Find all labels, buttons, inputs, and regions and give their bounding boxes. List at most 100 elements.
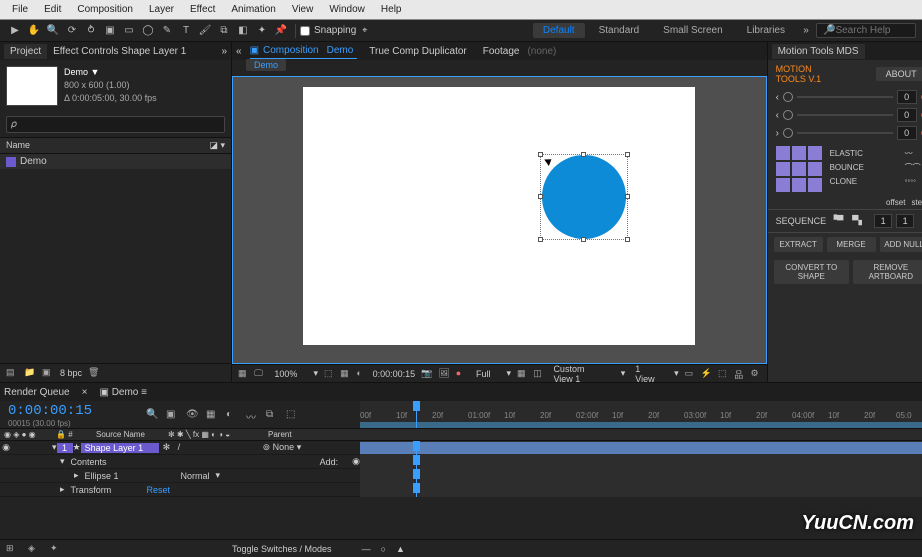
snapshot-icon[interactable]: 📷: [421, 368, 432, 380]
add-null-button[interactable]: ADD NULL: [880, 237, 922, 252]
folder-icon[interactable]: 📁: [24, 367, 36, 379]
track-area[interactable]: [360, 483, 922, 497]
composition-canvas[interactable]: [303, 87, 695, 345]
pickwhip-icon[interactable]: ⊚: [263, 442, 271, 452]
brainstorm-icon[interactable]: ⧉: [266, 409, 278, 421]
roto-tool-icon[interactable]: ✦: [253, 22, 271, 40]
panel-menu-icon[interactable]: »: [221, 46, 227, 57]
puppet-tool-icon[interactable]: 📌: [272, 22, 290, 40]
comp-mini-icon[interactable]: ▣: [166, 409, 178, 421]
anchor-ml[interactable]: [776, 162, 790, 176]
twirl-icon[interactable]: ▾: [60, 456, 65, 467]
motion-blur-icon[interactable]: ◐: [226, 409, 238, 421]
layer-row-transform[interactable]: ▸ Transform Reset: [0, 483, 922, 497]
monitor-icon[interactable]: 🖵: [254, 368, 264, 380]
menu-view[interactable]: View: [284, 4, 322, 15]
handle-mr[interactable]: [625, 194, 630, 199]
arrow-right-icon[interactable]: ›: [776, 128, 779, 139]
anchor-slider-z[interactable]: [797, 132, 893, 134]
zoom-dropdown[interactable]: 100%: [270, 368, 307, 380]
menu-composition[interactable]: Composition: [69, 4, 141, 15]
ease-clone[interactable]: CLONE ◦◦◦◦: [830, 174, 922, 188]
anchor-slider-x[interactable]: [797, 96, 893, 98]
anchor-tc[interactable]: [792, 146, 806, 160]
sequence-val-1[interactable]: 1: [874, 214, 892, 228]
twirl-icon[interactable]: ▸: [74, 470, 79, 481]
project-search-input[interactable]: [6, 116, 225, 133]
menu-help[interactable]: Help: [373, 4, 410, 15]
pixel-aspect-icon[interactable]: ▭: [685, 368, 695, 380]
show-snapshot-icon[interactable]: 🖼: [438, 368, 449, 380]
twirl-icon[interactable]: ▸: [60, 484, 65, 495]
workspace-menu-icon[interactable]: »: [797, 22, 815, 40]
parent-chevron-icon[interactable]: ▾: [297, 442, 302, 452]
sequence-val-2[interactable]: 1: [896, 214, 914, 228]
current-time-indicator[interactable]: [416, 401, 417, 428]
flowchart-icon[interactable]: 品: [734, 368, 744, 380]
timecode-block[interactable]: 0:00:00:15 00015 (30.00 fps): [0, 401, 140, 428]
zoom-in-icon[interactable]: ▲: [396, 544, 405, 554]
anchor-radio-y[interactable]: [783, 110, 793, 120]
layer-row-ellipse[interactable]: ▸ Ellipse 1 Normal ▾: [0, 469, 922, 483]
workspace-small-screen[interactable]: Small Screen: [653, 23, 732, 38]
zoom-tool-icon[interactable]: 🔍: [44, 22, 62, 40]
anchor-mr[interactable]: [808, 162, 822, 176]
resolution-dropdown[interactable]: Full: [472, 368, 501, 380]
channel-icon[interactable]: ●: [456, 368, 466, 380]
preview-timecode[interactable]: 0:00:00:15: [373, 369, 416, 379]
zoom-slider[interactable]: ○: [381, 544, 386, 554]
menu-layer[interactable]: Layer: [141, 4, 182, 15]
ellipse-tool-icon[interactable]: ◯: [139, 22, 157, 40]
tab-motion-tools[interactable]: Motion Tools MDS: [772, 44, 865, 59]
menu-effect[interactable]: Effect: [182, 4, 223, 15]
stair-down-icon[interactable]: ▀▖: [852, 215, 870, 227]
roi-icon[interactable]: ⬚: [324, 368, 334, 380]
handle-ml[interactable]: [538, 194, 543, 199]
zoom-out-icon[interactable]: —: [362, 544, 371, 554]
workspace-default[interactable]: Default: [533, 23, 585, 38]
text-tool-icon[interactable]: T: [177, 22, 195, 40]
comp-marker-icon[interactable]: ◈: [28, 543, 40, 555]
grid-icon[interactable]: ▦: [340, 368, 350, 380]
selection-bounds[interactable]: [540, 154, 628, 240]
orbit-tool-icon[interactable]: ⟳: [63, 22, 81, 40]
layer-duration-bar[interactable]: [360, 442, 922, 454]
anchor-bc[interactable]: [792, 178, 806, 192]
transparency-icon[interactable]: ▦: [517, 368, 527, 380]
pen-tool-icon[interactable]: ✎: [158, 22, 176, 40]
views-dropdown[interactable]: 1 View: [631, 363, 668, 385]
tab-render-queue[interactable]: Render Queue: [4, 387, 70, 398]
tab-project[interactable]: Project: [4, 44, 47, 59]
track-area[interactable]: [360, 469, 922, 483]
snapping-toggle[interactable]: Snapping ⌖: [300, 25, 367, 36]
handle-bc[interactable]: [581, 237, 586, 242]
handle-bl[interactable]: [538, 237, 543, 242]
views-chevron-icon[interactable]: ▾: [674, 368, 679, 379]
timeline-icon[interactable]: ⬚: [718, 368, 728, 380]
handle-br[interactable]: [625, 237, 630, 242]
anchor-br[interactable]: [808, 178, 822, 192]
stair-up-icon[interactable]: ▝▀: [830, 215, 848, 227]
toggle-switches-modes[interactable]: Toggle Switches / Modes: [232, 544, 332, 554]
mask-icon[interactable]: ◐: [356, 368, 366, 380]
brush-tool-icon[interactable]: 🖌: [196, 22, 214, 40]
anchor-slider-y[interactable]: [797, 114, 893, 116]
anchor-tl[interactable]: [776, 146, 790, 160]
column-type-icon[interactable]: ◪ ▾: [209, 140, 225, 151]
anchor-bl[interactable]: [776, 178, 790, 192]
new-comp-icon[interactable]: ▣: [42, 367, 54, 379]
layer-row-shape[interactable]: ◉ ▾ 1 ★ Shape Layer 1 ✻ / ⊚ None ▾: [0, 441, 922, 455]
clone-tool-icon[interactable]: ⧉: [215, 22, 233, 40]
work-area-bar[interactable]: [360, 422, 922, 428]
ellipse-mode[interactable]: Normal: [181, 471, 210, 481]
brainstorm2-icon[interactable]: ✦: [50, 543, 62, 555]
anchor-radio-x[interactable]: [783, 92, 793, 102]
rect-tool-icon[interactable]: ▭: [120, 22, 138, 40]
extract-button[interactable]: EXTRACT: [774, 237, 823, 252]
res-chevron-icon[interactable]: ▾: [507, 368, 512, 379]
hand-tool-icon[interactable]: ✋: [25, 22, 43, 40]
menu-edit[interactable]: Edit: [36, 4, 69, 15]
ease-elastic[interactable]: ELASTIC 〰︎: [830, 146, 922, 160]
selection-tool-icon[interactable]: ▶: [6, 22, 24, 40]
ease-bounce[interactable]: BOUNCE ⌒⌒: [830, 160, 922, 174]
